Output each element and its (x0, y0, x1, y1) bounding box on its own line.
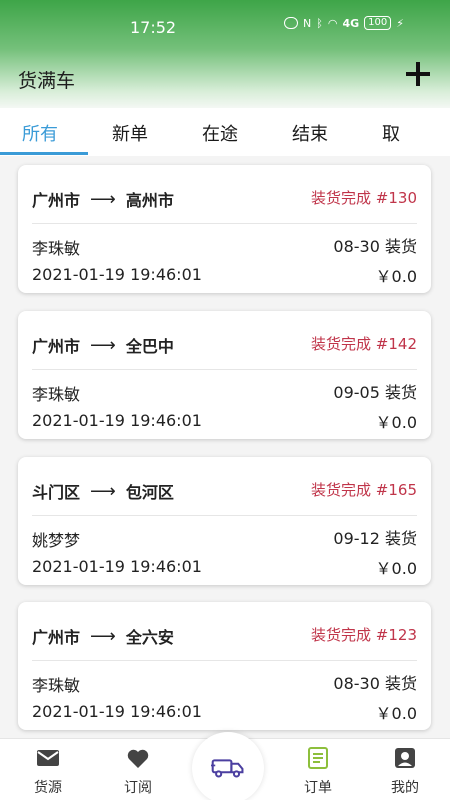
contact-name: 姚梦梦 (32, 531, 81, 550)
status-badge: 装货完成 #142 (311, 335, 417, 353)
battery-icon: 100 (364, 16, 392, 30)
price: ￥0.0 (375, 559, 417, 578)
order-card[interactable]: 广州市 ⟶ 全六安 装货完成 #123 李珠敏 08-30 装货 2021-01… (18, 602, 431, 730)
nav-subscribe[interactable]: 订阅 (103, 739, 173, 800)
order-card[interactable]: 广州市 ⟶ 全巴中 装货完成 #142 李珠敏 09-05 装货 2021-01… (18, 311, 431, 439)
status-bar: 17:52 N ᛒ ◠ 4G 100 ⚡ (0, 0, 450, 44)
tab-in-transit[interactable]: 在途 (202, 120, 238, 146)
mail-icon (37, 750, 59, 766)
divider (32, 369, 417, 370)
nav-cargo-source[interactable]: 货源 (13, 739, 83, 800)
destination: 高州市 (125, 191, 174, 210)
contact-name: 李珠敏 (32, 239, 81, 258)
status-badge: 装货完成 #123 (311, 626, 417, 644)
nav-label: 我的 (391, 780, 419, 796)
status-time: 17:52 (130, 18, 177, 37)
divider (32, 223, 417, 224)
status-badge: 装货完成 #165 (311, 481, 417, 499)
load-date: 08-30 装货 (333, 237, 417, 256)
profile-icon (395, 748, 415, 768)
nav-label: 订单 (304, 780, 332, 796)
route: 斗门区 ⟶ 包河区 (32, 479, 174, 503)
heart-icon (127, 749, 149, 768)
price: ￥0.0 (375, 267, 417, 286)
timestamp: 2021-01-19 19:46:01 (32, 557, 202, 576)
order-list[interactable]: 广州市 ⟶ 高州市 装货完成 #130 李珠敏 08-30 装货 2021-01… (0, 156, 450, 738)
status-badge: 装货完成 #130 (311, 189, 417, 207)
order-card[interactable]: 广州市 ⟶ 高州市 装货完成 #130 李珠敏 08-30 装货 2021-01… (18, 165, 431, 293)
arrow-right-icon: ⟶ (90, 188, 116, 210)
origin: 广州市 (32, 337, 81, 356)
arrow-right-icon: ⟶ (90, 480, 116, 502)
origin: 斗门区 (32, 483, 81, 502)
plus-icon[interactable] (404, 60, 432, 88)
destination: 全六安 (125, 628, 174, 647)
document-icon (308, 747, 328, 769)
origin: 广州市 (32, 191, 81, 210)
price: ￥0.0 (375, 704, 417, 723)
bluetooth-icon: ᛒ (316, 16, 323, 30)
divider (32, 660, 417, 661)
app-header: 17:52 N ᛒ ◠ 4G 100 ⚡ 货满车 (0, 0, 450, 108)
tab-bar: 所有 新单 在途 结束 取 (0, 108, 450, 242)
tab-indicator (0, 152, 88, 155)
nav-label: 订阅 (124, 780, 152, 796)
tab-finished[interactable]: 结束 (292, 120, 328, 146)
truck-icon (211, 759, 244, 778)
timestamp: 2021-01-19 19:46:01 (32, 265, 202, 284)
tab-new[interactable]: 新单 (112, 120, 148, 146)
nav-mine[interactable]: 我的 (370, 739, 440, 800)
route: 广州市 ⟶ 全巴中 (32, 333, 174, 357)
load-date: 09-05 装货 (333, 383, 417, 402)
order-card[interactable]: 斗门区 ⟶ 包河区 装货完成 #165 姚梦梦 09-12 装货 2021-01… (18, 457, 431, 585)
load-date: 09-12 装货 (333, 529, 417, 548)
contact-name: 李珠敏 (32, 676, 81, 695)
divider (32, 515, 417, 516)
nav-orders[interactable]: 订单 (283, 739, 353, 800)
arrow-right-icon: ⟶ (90, 625, 116, 647)
tab-all[interactable]: 所有 (22, 120, 58, 146)
contact-name: 李珠敏 (32, 385, 81, 404)
charging-icon: ⚡ (396, 16, 404, 30)
timestamp: 2021-01-19 19:46:01 (32, 702, 202, 721)
center-truck-button[interactable] (192, 732, 264, 800)
timestamp: 2021-01-19 19:46:01 (32, 411, 202, 430)
nav-label: 货源 (34, 780, 62, 796)
nfc-icon: N (303, 16, 312, 30)
route: 广州市 ⟶ 全六安 (32, 624, 174, 648)
wifi-icon: ◠ (327, 16, 338, 30)
destination: 全巴中 (125, 337, 174, 356)
tab-cancelled[interactable]: 取 (382, 120, 400, 146)
alarm-icon (284, 17, 298, 29)
origin: 广州市 (32, 628, 81, 647)
signal-icon: 4G (342, 16, 360, 30)
route: 广州市 ⟶ 高州市 (32, 187, 174, 211)
arrow-right-icon: ⟶ (90, 334, 116, 356)
load-date: 08-30 装货 (333, 674, 417, 693)
price: ￥0.0 (375, 413, 417, 432)
destination: 包河区 (125, 483, 174, 502)
app-title: 货满车 (18, 70, 76, 92)
status-icons: N ᛒ ◠ 4G 100 ⚡ (284, 16, 404, 30)
